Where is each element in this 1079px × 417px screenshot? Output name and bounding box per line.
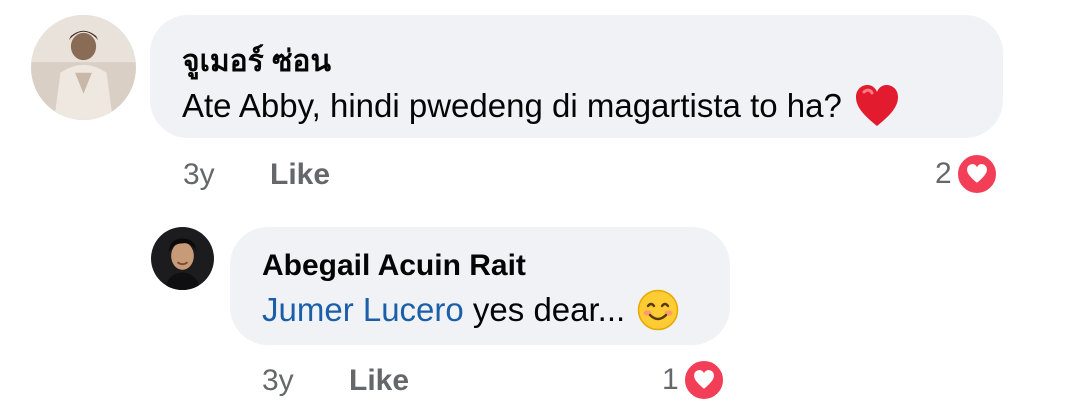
profile-photo-icon <box>151 227 214 290</box>
reply-author[interactable]: Abegail Acuin Rait <box>262 249 526 283</box>
comment-text: Ate Abby, hindi pwedeng di magartista to… <box>182 84 900 128</box>
reply-text-content: yes dear... <box>463 291 626 328</box>
reply-reactions[interactable]: 1 <box>662 359 725 401</box>
love-reaction-icon <box>955 153 998 195</box>
comment-reactions[interactable]: 2 <box>935 153 998 195</box>
smiling-face-icon <box>637 289 679 331</box>
comment-author[interactable]: จูเมอร์ ซ่อน <box>182 38 331 85</box>
commenter-avatar[interactable] <box>31 15 136 120</box>
reply-like-button[interactable]: Like <box>349 364 409 398</box>
red-heart-icon <box>854 84 900 128</box>
reaction-count: 2 <box>935 157 952 190</box>
comment-timestamp[interactable]: 3y <box>183 158 215 192</box>
love-reaction-icon <box>682 359 725 401</box>
reply-timestamp[interactable]: 3y <box>262 364 294 398</box>
reply-text: Jumer Lucero yes dear... <box>262 288 679 332</box>
reaction-count: 1 <box>662 363 679 396</box>
comment-text-content: Ate Abby, hindi pwedeng di magartista to… <box>182 87 842 124</box>
comment-like-button[interactable]: Like <box>270 158 330 192</box>
mention-link[interactable]: Jumer Lucero <box>262 291 464 329</box>
replier-avatar[interactable] <box>151 227 214 290</box>
profile-photo-icon <box>31 15 136 120</box>
